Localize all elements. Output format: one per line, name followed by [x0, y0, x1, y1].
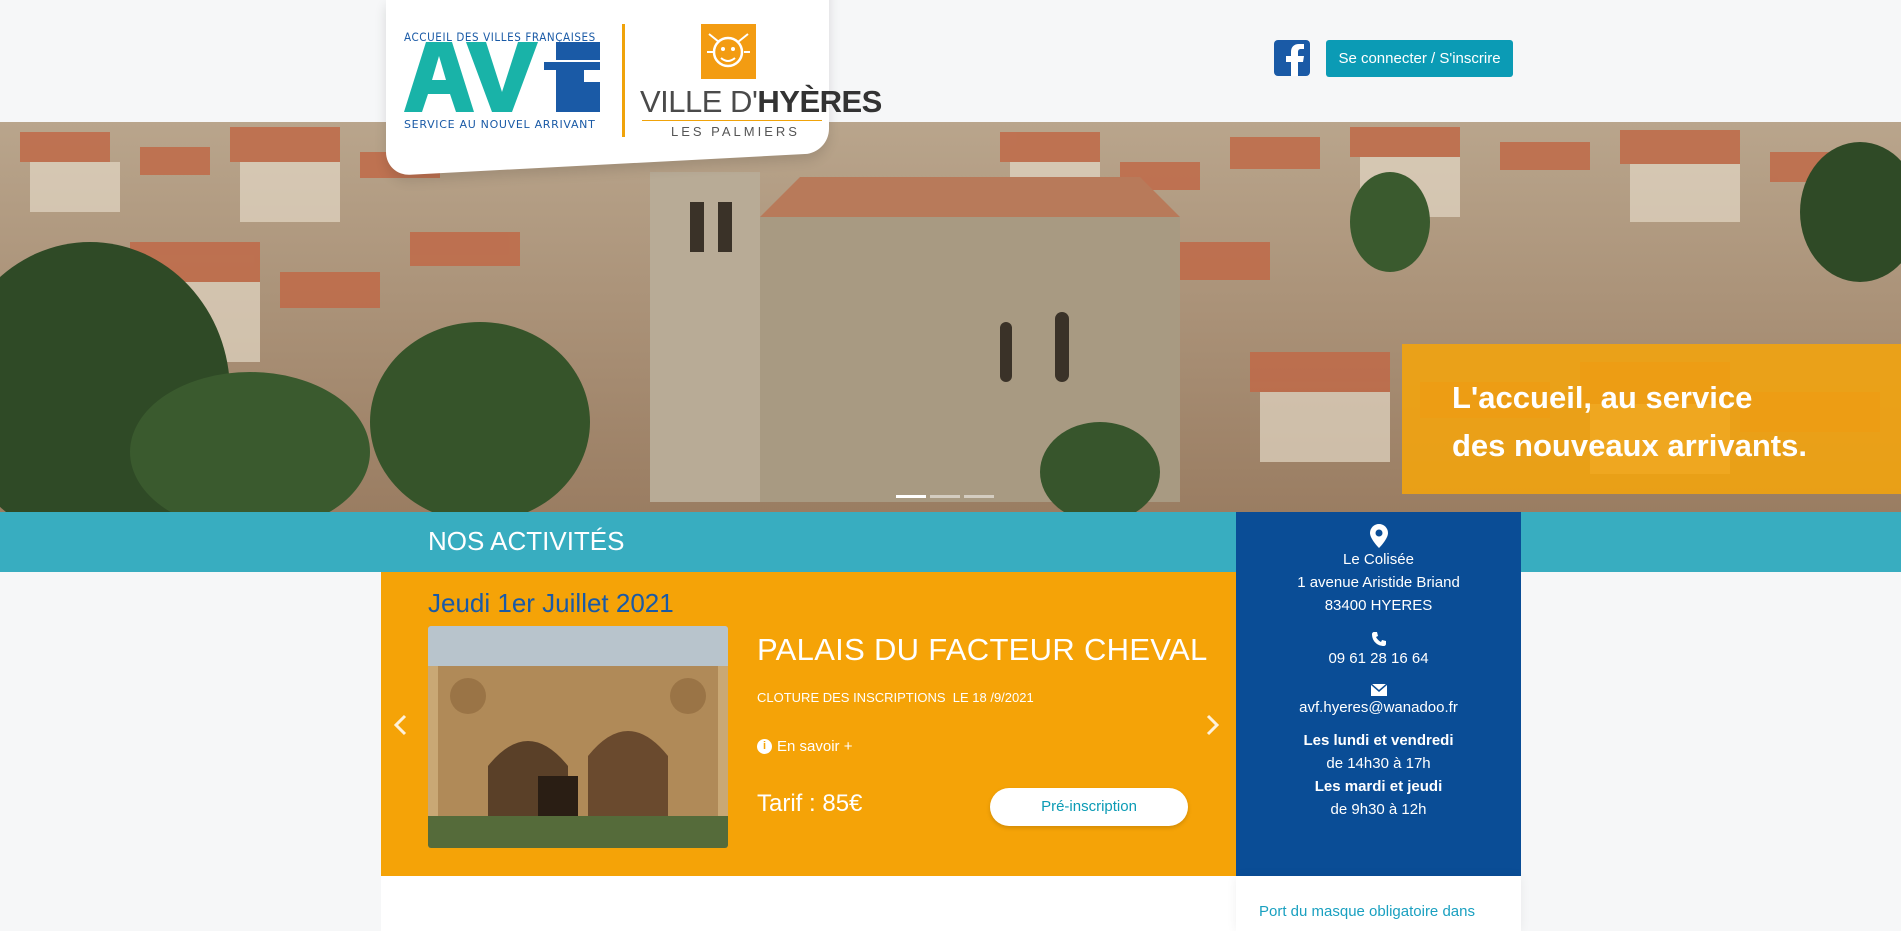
carousel-next-icon[interactable] — [1200, 710, 1224, 740]
notice-panel: Port du masque obligatoire dans — [1236, 876, 1521, 931]
preinscription-button[interactable]: Pré-inscription — [990, 788, 1188, 826]
contact-place: Le Colisée — [1343, 551, 1414, 568]
ville-hyeres-wordmark: VILLE D'HYÈRES — [640, 84, 882, 119]
contact-address: 1 avenue Aristide Briand — [1297, 574, 1460, 591]
logo-divider — [622, 24, 625, 137]
carousel-prev-icon[interactable] — [389, 710, 413, 740]
contact-phone[interactable]: 09 61 28 16 64 — [1236, 647, 1521, 670]
hours-time-2: de 9h30 à 12h — [1330, 801, 1427, 818]
more-info-link[interactable]: i En savoir + — [757, 738, 852, 755]
hero-banner: L'accueil, au service des nouveaux arriv… — [1402, 344, 1901, 494]
hours-days-1: Les lundi et vendredi — [1303, 732, 1454, 749]
ville-underline — [642, 120, 822, 121]
content-area — [381, 876, 1236, 931]
avf-tagline-bottom: SERVICE AU NOUVEL ARRIVANT — [404, 118, 596, 131]
avf-logo-icon — [404, 42, 600, 112]
activities-title: NOS ACTIVITÉS — [428, 526, 625, 556]
phone-icon — [1371, 632, 1386, 646]
lion-emblem-icon — [701, 24, 756, 79]
activity-photo — [428, 626, 728, 848]
login-signup-button[interactable]: Se connecter / S'inscrire — [1326, 40, 1513, 77]
slider-dot-2[interactable] — [930, 495, 960, 498]
slider-dot-3[interactable] — [964, 495, 994, 498]
ville-subtitle: LES PALMIERS — [671, 124, 800, 139]
info-icon: i — [757, 739, 772, 754]
slider-dot-1[interactable] — [896, 495, 926, 498]
contact-panel: Le Colisée 1 avenue Aristide Briand 8340… — [1236, 512, 1521, 876]
facebook-icon[interactable] — [1274, 40, 1310, 76]
hero-slider: L'accueil, au service des nouveaux arriv… — [0, 122, 1901, 512]
slider-indicators — [896, 495, 994, 498]
hero-headline: L'accueil, au service des nouveaux arriv… — [1452, 380, 1807, 463]
contact-email[interactable]: avf.hyeres@wanadoo.fr — [1236, 696, 1521, 719]
activity-price: Tarif : 85€ — [757, 790, 863, 817]
hours-days-2: Les mardi et jeudi — [1314, 778, 1443, 795]
activities-band: NOS ACTIVITÉS — [0, 512, 1901, 572]
notice-text[interactable]: Port du masque obligatoire dans — [1259, 900, 1499, 923]
activity-date: Jeudi 1er Juillet 2021 — [428, 588, 674, 618]
activity-title: PALAIS DU FACTEUR CHEVAL — [757, 632, 1208, 667]
hours-time-1: de 14h30 à 17h — [1326, 755, 1431, 772]
map-pin-icon — [1369, 524, 1388, 548]
contact-city: 83400 HYERES — [1324, 597, 1433, 614]
envelope-icon — [1370, 684, 1387, 696]
logo-link[interactable]: ACCUEIL DES VILLES FRANÇAISES SERVICE AU… — [386, 0, 882, 160]
activity-card: Jeudi 1er Juillet 2021 PALAIS DU FACTEUR… — [381, 572, 1236, 876]
site-header — [0, 0, 1901, 122]
activity-deadline: CLOTURE DES INSCRIPTIONS LE 18 /9/2021 — [757, 690, 1034, 705]
more-info-label: En savoir + — [777, 738, 853, 755]
